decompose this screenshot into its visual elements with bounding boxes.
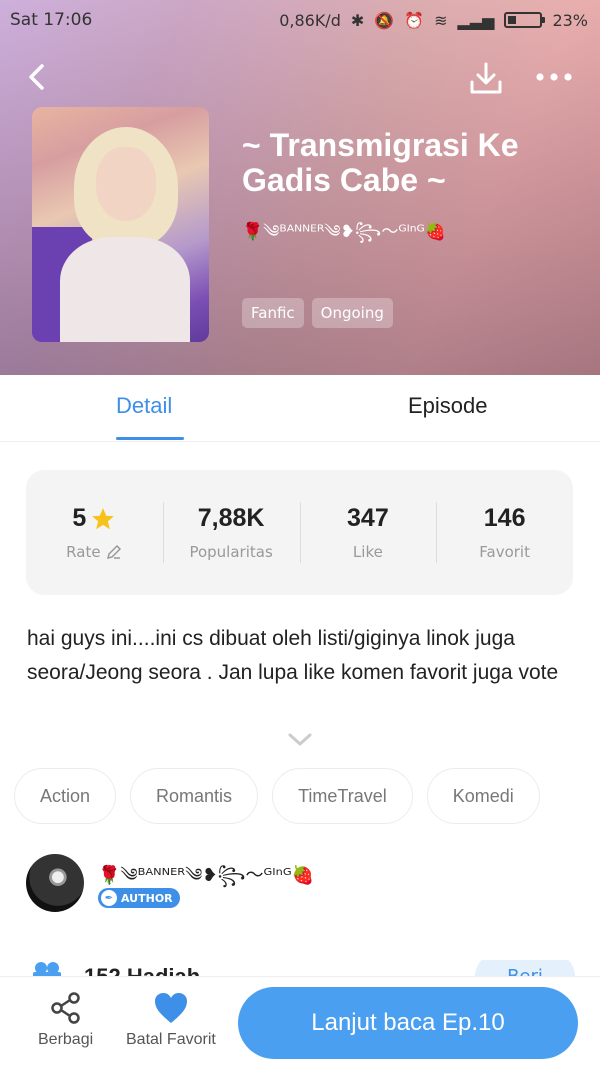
share-label: Berbagi — [38, 1031, 94, 1048]
book-description: hai guys ini....ini cs dibuat oleh listi… — [27, 627, 559, 684]
author-badge-icon: ✒ — [101, 890, 117, 906]
tab-episode[interactable]: Episode — [408, 393, 488, 419]
mute-icon: 🔕 — [374, 10, 395, 30]
back-arrow-icon[interactable] — [20, 60, 54, 94]
top-bar — [0, 56, 600, 100]
favorit-label: Favorit — [479, 543, 530, 561]
genre-chip[interactable]: Action — [14, 768, 117, 824]
status-bar: Sat 17:06 0,86K/d ✱ 🔕 ⏰ ≋ ▂▃▅ 23% — [10, 8, 588, 32]
share-icon — [50, 992, 80, 1024]
bluetooth-icon: ✱ — [350, 10, 365, 30]
signal-icon: ▂▃▅ — [457, 10, 495, 30]
popularitas-value: 7,88K — [197, 504, 265, 532]
book-tags: Fanfic Ongoing — [242, 298, 393, 328]
author-row[interactable]: 🌹༄ᴮᴬᴺᴺᴱᴿ༄❥꧂〜ᴳᴵⁿᴳ🍓 ✒ AUTHOR — [26, 854, 574, 914]
tab-indicator — [116, 437, 184, 440]
continue-reading-button[interactable]: Lanjut baca Ep.10 — [238, 987, 578, 1059]
star-icon — [92, 507, 115, 529]
genre-chip[interactable]: Romantis — [130, 768, 259, 824]
chevron-down-icon[interactable] — [285, 728, 315, 750]
battery-percent: 23% — [552, 10, 588, 30]
status-time: Sat 17:06 — [10, 10, 93, 30]
stat-rate[interactable]: 5 Rate — [26, 470, 163, 595]
rate-label: Rate — [66, 543, 101, 561]
stats-card: 5 Rate 7,88K Popularitas 347 Like 146 Fa… — [26, 470, 573, 595]
genre-list: Action Romantis TimeTravel Komedi — [14, 768, 540, 824]
download-icon[interactable] — [466, 58, 506, 98]
bottom-action-bar: Berbagi Batal Favorit Lanjut baca Ep.10 — [0, 976, 600, 1067]
more-options-icon[interactable] — [534, 62, 574, 92]
network-speed: 0,86K/d — [279, 10, 341, 30]
author-badge: ✒ AUTHOR — [98, 888, 180, 908]
popularitas-label: Popularitas — [189, 543, 273, 561]
author-badge-label: AUTHOR — [121, 891, 173, 905]
unfavorite-label: Batal Favorit — [126, 1031, 216, 1048]
genre-chip[interactable]: TimeTravel — [272, 768, 413, 824]
rate-value: 5 — [72, 504, 87, 532]
book-title: ~ Transmigrasi Ke Gadis Cabe ~ — [242, 127, 519, 198]
favorit-value: 146 — [483, 504, 526, 532]
book-author: 🌹༄ᴮᴬᴺᴺᴱᴿ༄❥꧂〜ᴳᴵⁿᴳ🍓 — [242, 222, 447, 242]
stat-popularitas: 7,88K Popularitas — [162, 470, 300, 595]
tab-detail[interactable]: Detail — [116, 393, 172, 419]
share-button[interactable]: Berbagi — [38, 991, 93, 1049]
tag-chip: Fanfic — [242, 298, 304, 328]
tab-bar: Detail Episode — [0, 375, 600, 442]
book-cover-image — [32, 107, 209, 342]
battery-icon — [504, 12, 546, 28]
title-block: ~ Transmigrasi Ke Gadis Cabe ~ 🌹༄ᴮᴬᴺᴺᴱᴿ༄… — [242, 128, 572, 260]
wifi-icon: ≋ — [434, 10, 448, 30]
genre-chip[interactable]: Komedi — [426, 768, 540, 824]
like-label: Like — [352, 543, 383, 561]
heart-icon — [154, 993, 187, 1023]
stat-like: 347 Like — [299, 470, 437, 595]
unfavorite-button[interactable]: Batal Favorit — [126, 991, 216, 1049]
author-avatar[interactable] — [26, 854, 84, 912]
like-value: 347 — [347, 504, 389, 532]
edit-pencil-icon[interactable] — [105, 543, 123, 561]
tag-chip: Ongoing — [311, 298, 393, 328]
alarm-icon: ⏰ — [404, 10, 425, 30]
stat-favorit: 146 Favorit — [436, 470, 573, 595]
book-header: Sat 17:06 0,86K/d ✱ 🔕 ⏰ ≋ ▂▃▅ 23% ~ Tran… — [0, 0, 600, 375]
